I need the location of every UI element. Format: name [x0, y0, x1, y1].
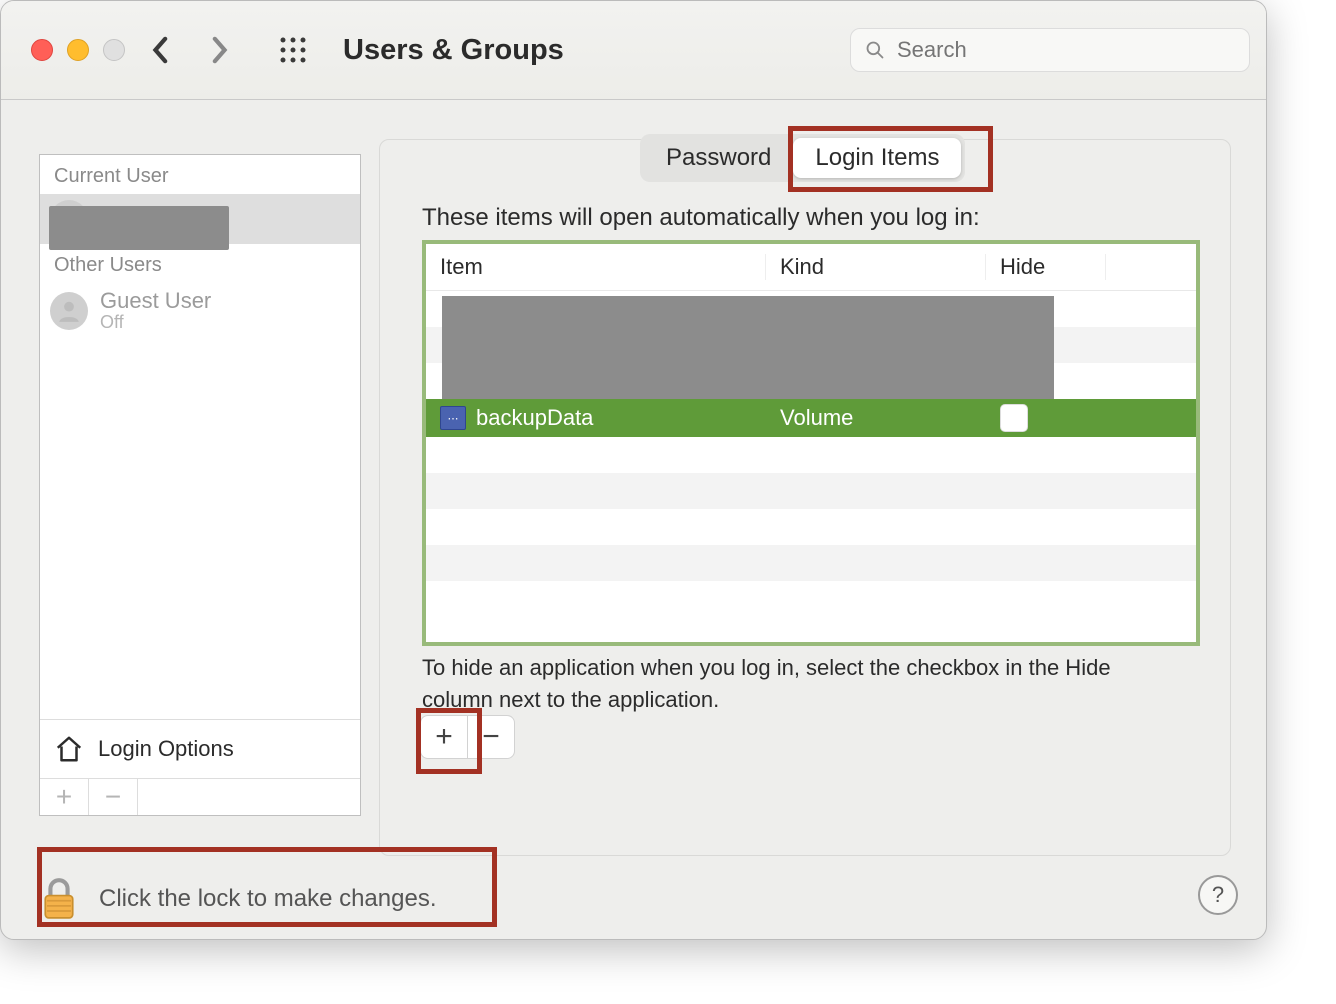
preferences-window: Users & Groups Current User Admin Other … — [0, 0, 1267, 940]
guest-user-status: Off — [100, 313, 211, 333]
add-user-button: + — [40, 779, 89, 815]
guest-user-row[interactable]: Guest User Off — [40, 283, 360, 339]
guest-avatar-icon — [50, 292, 88, 330]
col-kind[interactable]: Kind — [766, 254, 986, 280]
highlight-login-items-tab — [788, 126, 993, 192]
redacted-rows — [442, 296, 1054, 399]
zoom-window-button — [103, 39, 125, 61]
current-user-section-label: Current User — [40, 155, 360, 194]
hide-checkbox[interactable] — [1000, 404, 1028, 432]
login-item-name: backupData — [476, 405, 593, 431]
main-panel: Password Login Items These items will op… — [379, 139, 1231, 856]
forward-button — [197, 28, 241, 72]
show-all-button[interactable] — [271, 28, 315, 72]
login-item-row-selected[interactable]: ⋯ backupData Volume — [426, 399, 1196, 437]
guest-user-name: Guest User — [100, 289, 211, 313]
page-title: Users & Groups — [343, 34, 564, 67]
volume-icon: ⋯ — [440, 406, 466, 430]
sidebar-footer: + − — [40, 778, 360, 815]
login-items-description: These items will open automatically when… — [422, 204, 980, 232]
back-button[interactable] — [139, 28, 183, 72]
help-button[interactable]: ? — [1198, 875, 1238, 915]
toolbar: Users & Groups — [1, 1, 1266, 100]
redacted-region — [49, 206, 229, 250]
minimize-window-button[interactable] — [67, 39, 89, 61]
col-item[interactable]: Item — [426, 254, 766, 280]
window-controls — [31, 39, 125, 61]
remove-user-button: − — [89, 779, 138, 815]
users-sidebar: Current User Admin Other Users Guest Use… — [39, 154, 361, 816]
highlight-lock-bar — [37, 847, 497, 927]
login-options-label: Login Options — [98, 736, 234, 762]
close-window-button[interactable] — [31, 39, 53, 61]
login-options-button[interactable]: Login Options — [40, 719, 360, 778]
col-hide[interactable]: Hide — [986, 254, 1106, 280]
hide-hint-text: To hide an application when you log in, … — [422, 652, 1162, 716]
highlight-add-button — [416, 708, 482, 774]
search-field[interactable] — [850, 28, 1250, 72]
login-items-table[interactable]: Item Kind Hide ⋯ backupData — [422, 240, 1200, 646]
house-icon — [54, 734, 84, 764]
search-input[interactable] — [895, 36, 1235, 64]
tab-password[interactable]: Password — [644, 138, 793, 178]
login-item-kind: Volume — [766, 405, 986, 431]
search-icon — [865, 39, 885, 61]
